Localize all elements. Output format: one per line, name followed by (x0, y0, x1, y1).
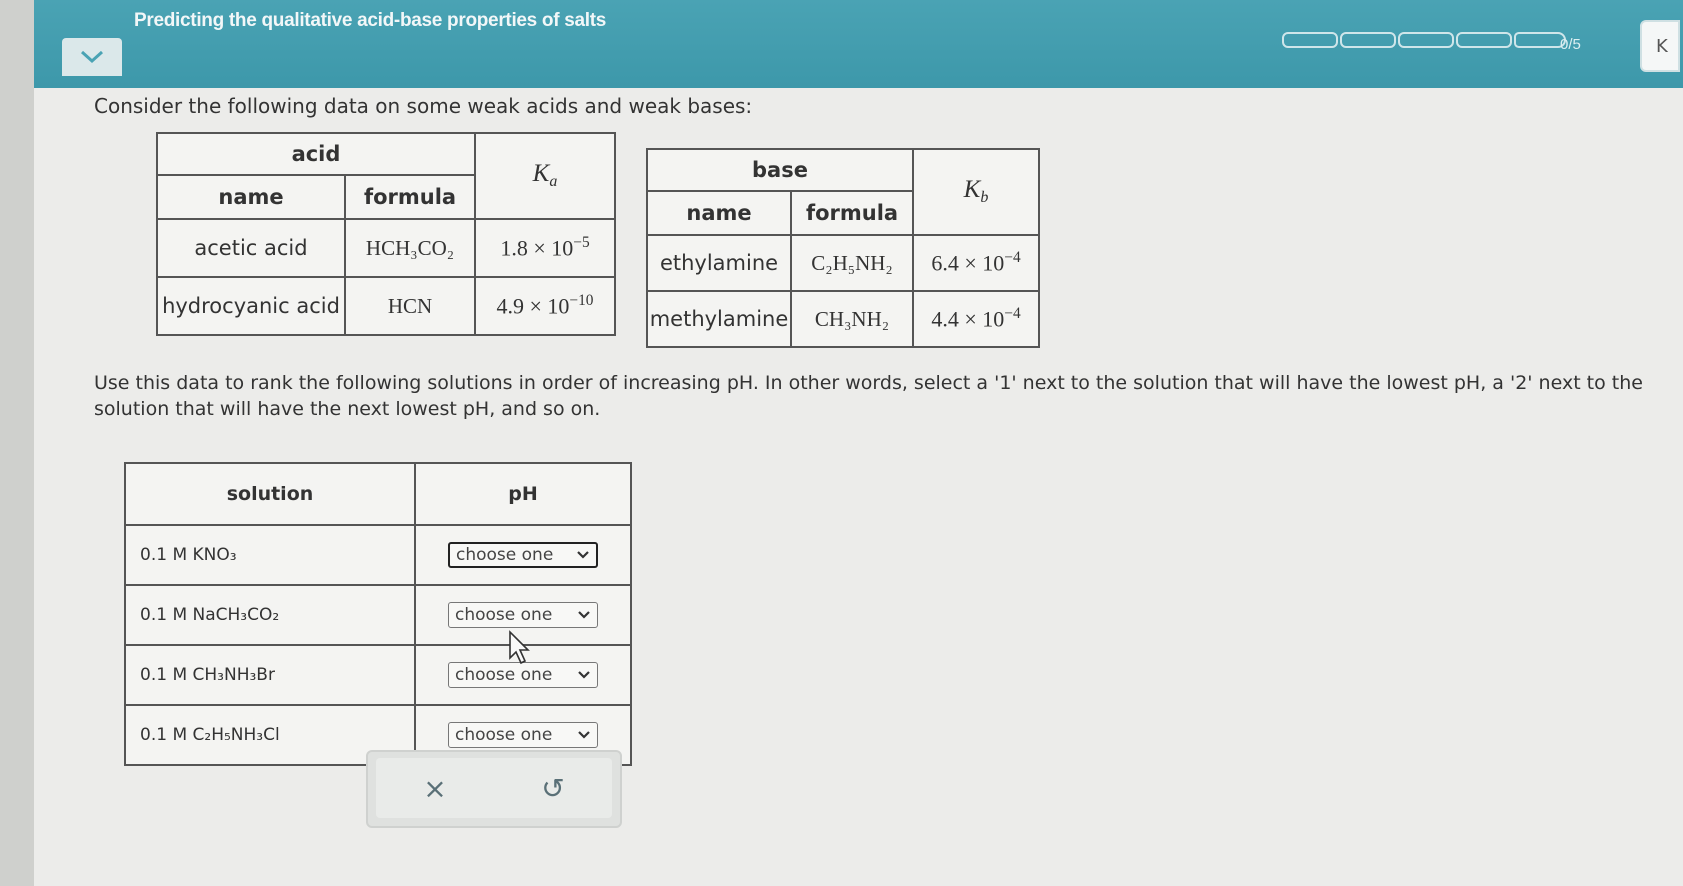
solution-name: 0.1 M NaCH₃CO₂ (124, 584, 416, 646)
kb-symbol: K (963, 176, 981, 204)
acid-formula-header: formula (344, 174, 476, 220)
action-inner: × ↺ (376, 758, 612, 818)
corner-label: K (1656, 35, 1668, 57)
kb-header: Kb (912, 148, 1040, 236)
solution-row: 0.1 M CH₃NH₃Br choose one (124, 644, 632, 706)
solution-table: solution pH 0.1 M KNO₃ choose one 0.1 M … (124, 462, 632, 766)
chevron-down-icon (80, 50, 104, 64)
corner-tab[interactable]: K (1640, 20, 1680, 72)
ph-rank-select[interactable]: choose one (448, 602, 598, 628)
base-group-header: base (646, 148, 914, 192)
base-kb-value: 4.4 × 10−4 (912, 290, 1040, 348)
acid-name: hydrocyanic acid (156, 276, 346, 336)
base-name-header: name (646, 190, 792, 236)
solution-row: 0.1 M NaCH₃CO₂ choose one (124, 584, 632, 646)
chevron-down-icon (578, 671, 590, 679)
progress-segment (1398, 32, 1454, 48)
undo-button[interactable]: ↺ (533, 772, 573, 805)
ka-mantissa: 4.9 × 10 (496, 293, 570, 319)
acid-row: hydrocyanic acid HCN 4.9 × 10−10 (156, 276, 616, 336)
progress-segment (1456, 32, 1512, 48)
base-formula-header: formula (790, 190, 914, 236)
acid-name-header: name (156, 174, 346, 220)
progress-segment (1340, 32, 1396, 48)
select-value: choose one (456, 545, 554, 565)
solution-name: 0.1 M KNO₃ (124, 524, 416, 586)
chevron-down-icon (578, 611, 590, 619)
chevron-down-icon (577, 551, 589, 559)
ka-symbol: K (532, 160, 550, 188)
ka-mantissa: 1.8 × 10 (500, 235, 574, 261)
base-name: methylamine (646, 290, 792, 348)
header-bar: Predicting the qualitative acid-base pro… (34, 0, 1683, 88)
acid-name: acetic acid (156, 218, 346, 278)
instructions-text: Use this data to rank the following solu… (94, 372, 1643, 420)
base-row: ethylamine C₂H₅NH₂ 6.4 × 10−4 (646, 234, 1040, 292)
kb-mantissa: 4.4 × 10 (931, 306, 1005, 332)
ph-rank-select[interactable]: choose one (448, 722, 598, 748)
ka-subscript: a (549, 173, 558, 191)
solution-header: solution (124, 462, 416, 526)
base-formula: CH₃NH₂ (790, 290, 914, 348)
intro-text: Consider the following data on some weak… (94, 94, 753, 118)
mouse-cursor-icon (509, 630, 530, 665)
kb-mantissa: 6.4 × 10 (931, 250, 1005, 276)
base-name: ethylamine (646, 234, 792, 292)
collapse-button[interactable] (62, 38, 122, 76)
progress-count: 0/5 (1560, 36, 1581, 53)
clear-button[interactable]: × (415, 772, 455, 805)
acid-formula: HCH₃CO₂ (344, 218, 476, 278)
acid-group-header: acid (156, 132, 476, 176)
chevron-down-icon (578, 731, 590, 739)
ph-rank-select[interactable]: choose one (448, 542, 598, 568)
action-panel: × ↺ (366, 750, 622, 828)
ka-exponent: −5 (573, 234, 590, 252)
progress-segment (1514, 32, 1566, 48)
solution-row: 0.1 M KNO₃ choose one (124, 524, 632, 586)
ph-header: pH (414, 462, 632, 526)
ka-exponent: −10 (569, 292, 594, 310)
kb-subscript: b (980, 189, 989, 207)
solution-name: 0.1 M CH₃NH₃Br (124, 644, 416, 706)
select-value: choose one (455, 725, 553, 745)
acid-formula: HCN (344, 276, 476, 336)
base-row: methylamine CH₃NH₂ 4.4 × 10−4 (646, 290, 1040, 348)
acid-ka-value: 1.8 × 10−5 (474, 218, 616, 278)
base-kb-value: 6.4 × 10−4 (912, 234, 1040, 292)
acid-ka-value: 4.9 × 10−10 (474, 276, 616, 336)
select-value: choose one (455, 665, 553, 685)
progress-segment (1282, 32, 1338, 48)
ka-header: Ka (474, 132, 616, 220)
base-table: base Kb name formula ethylamine C₂H₅NH₂ … (646, 148, 1040, 348)
select-value: choose one (455, 605, 553, 625)
kb-exponent: −4 (1004, 305, 1021, 323)
left-bezel (0, 0, 34, 886)
page-title: Predicting the qualitative acid-base pro… (134, 10, 607, 31)
kb-exponent: −4 (1004, 249, 1021, 267)
acid-table: acid Ka name formula acetic acid HCH₃CO₂… (156, 132, 616, 336)
acid-row: acetic acid HCH₃CO₂ 1.8 × 10−5 (156, 218, 616, 278)
base-formula: C₂H₅NH₂ (790, 234, 914, 292)
progress-bar (1282, 32, 1568, 48)
ph-cell: choose one (414, 524, 632, 586)
